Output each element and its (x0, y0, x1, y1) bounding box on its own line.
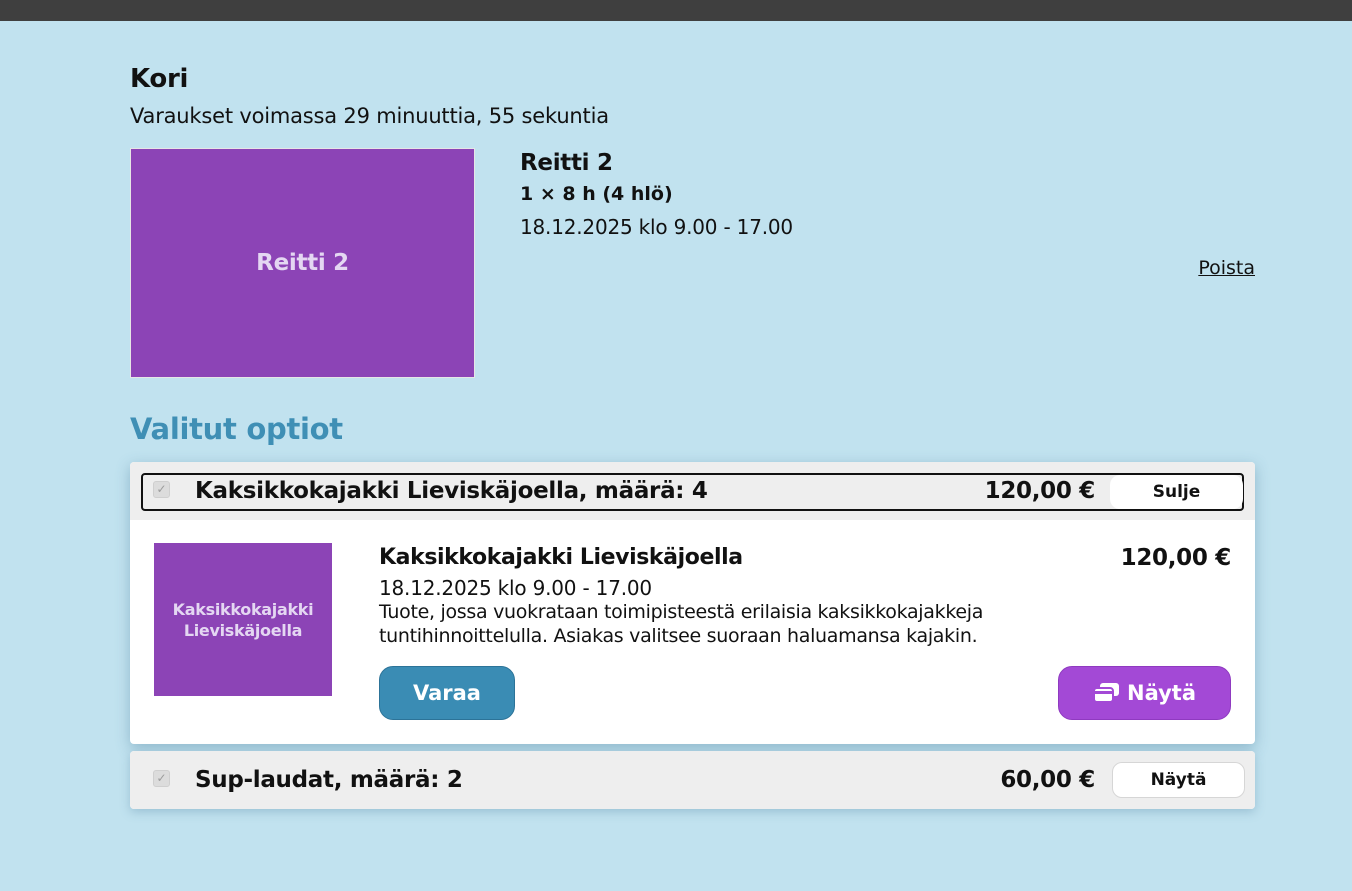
option-label: Kaksikkokajakki Lieviskäjoella, määrä: 4 (195, 478, 708, 504)
product-image-label-line1: Kaksikkokajakki (172, 599, 314, 619)
option-price: 120,00 € (984, 478, 1096, 504)
cart-page: Kori Varaukset voimassa 29 minuuttia, 55… (130, 60, 1255, 809)
product-image: Kaksikkokajakki Lieviskäjoella (154, 543, 332, 696)
product-datetime: 18.12.2025 klo 9.00 - 17.00 (379, 576, 652, 600)
reservation-timer: Varaukset voimassa 29 minuuttia, 55 seku… (130, 104, 609, 128)
check-icon: ✓ (156, 771, 167, 785)
option-label: Sup-laudat, määrä: 2 (195, 767, 463, 793)
product-name: Kaksikkokajakki Lieviskäjoella (379, 545, 743, 570)
option-card-kayak: ✓ Kaksikkokajakki Lieviskäjoella, määrä:… (130, 462, 1255, 744)
remove-link[interactable]: Poista (1198, 257, 1255, 279)
product-price: 120,00 € (1120, 545, 1232, 571)
cart-item-reservation: Reitti 2 Reitti 2 1 × 8 h (4 hlö) 18.12.… (130, 148, 1255, 378)
route-info: Reitti 2 1 × 8 h (4 hlö) 18.12.2025 klo … (520, 148, 793, 244)
show-option-button[interactable]: Näytä (1112, 762, 1245, 798)
cart-title: Kori (130, 64, 189, 94)
option-details-kayak: Kaksikkokajakki Lieviskäjoella Kaksikkok… (130, 520, 1255, 744)
check-icon: ✓ (156, 482, 167, 496)
book-button[interactable]: Varaa (379, 666, 515, 720)
top-bar (0, 0, 1352, 21)
cards-icon (1093, 682, 1121, 704)
close-button[interactable]: Sulje (1110, 475, 1243, 509)
route-image: Reitti 2 (130, 148, 475, 378)
show-button-label: Näytä (1127, 681, 1196, 705)
product-description: Tuote, jossa vuokrataan toimipisteestä e… (379, 601, 984, 647)
option-header-kayak[interactable]: ✓ Kaksikkokajakki Lieviskäjoella, määrä:… (130, 462, 1255, 520)
route-datetime: 18.12.2025 klo 9.00 - 17.00 (520, 215, 793, 239)
route-quantity: 1 × 8 h (4 hlö) (520, 183, 673, 205)
show-button[interactable]: Näytä (1058, 666, 1231, 720)
route-name: Reitti 2 (520, 150, 613, 176)
product-image-label-line2: Lieviskäjoella (183, 620, 303, 640)
route-image-label: Reitti 2 (256, 250, 349, 276)
option-price: 60,00 € (1000, 767, 1095, 793)
option-checkbox[interactable]: ✓ (153, 481, 170, 498)
option-checkbox[interactable]: ✓ (153, 770, 170, 787)
options-title: Valitut optiot (130, 412, 343, 446)
option-card-sup: ✓ Sup-laudat, määrä: 2 60,00 € Näytä (130, 751, 1255, 809)
option-header-sup[interactable]: ✓ Sup-laudat, määrä: 2 60,00 € Näytä (130, 751, 1255, 809)
